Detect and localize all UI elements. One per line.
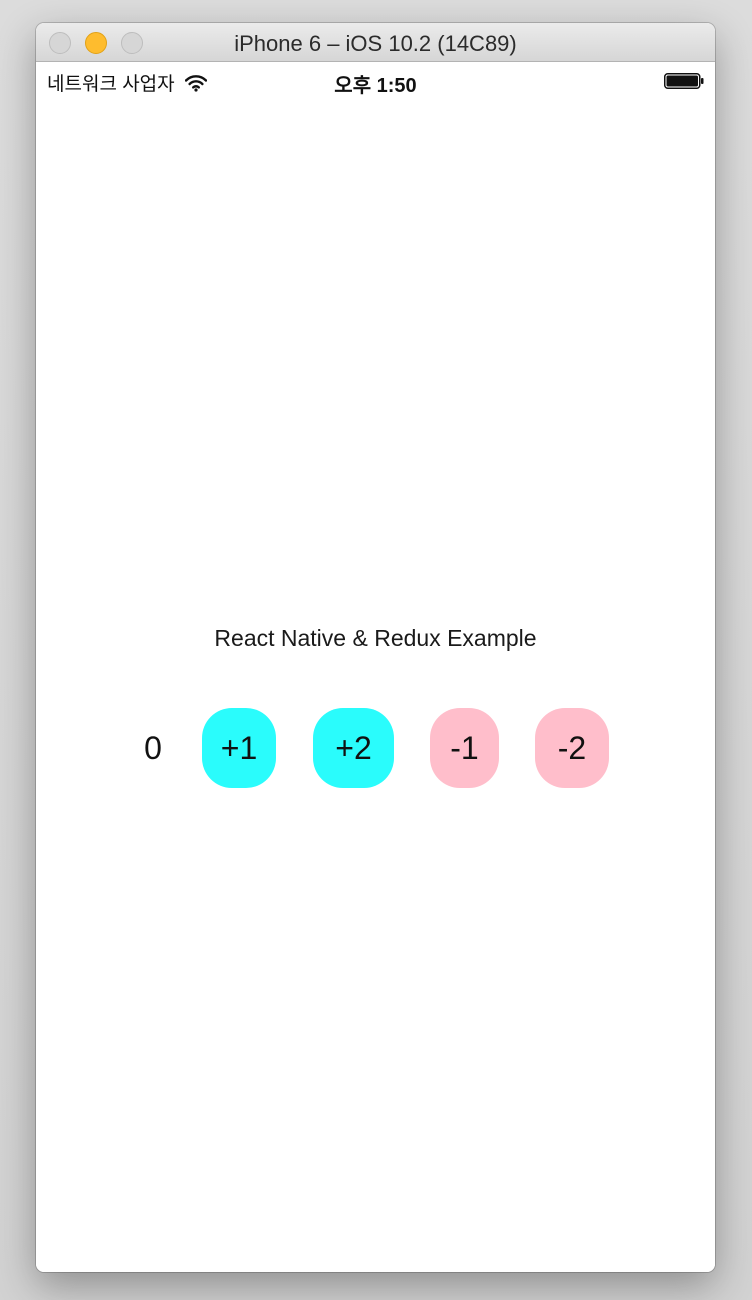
desktop: iPhone 6 – iOS 10.2 (14C89) 네트워크 사업자 오후 … [0,0,752,1300]
app-title: React Native & Redux Example [214,625,537,651]
increment-two-button[interactable]: +2 [313,708,394,788]
decrement-two-button[interactable]: -2 [535,708,609,788]
increment-one-button[interactable]: +1 [202,708,276,788]
status-clock: 오후 1:50 [334,75,417,97]
simulator-window: iPhone 6 – iOS 10.2 (14C89) 네트워크 사업자 오후 … [36,23,715,1272]
app-screen: React Native & Redux Example 0 +1 +2 -1 … [36,100,715,1272]
decrement-one-button[interactable]: -1 [430,708,499,788]
counter-value: 0 [144,730,162,766]
counter-row: 0 +1 +2 -1 -2 [36,708,715,788]
window-titlebar[interactable]: iPhone 6 – iOS 10.2 (14C89) [36,23,715,62]
battery-full-icon [664,73,704,89]
ios-status-bar: 네트워크 사업자 오후 1:50 [36,62,715,100]
window-title: iPhone 6 – iOS 10.2 (14C89) [234,31,517,56]
